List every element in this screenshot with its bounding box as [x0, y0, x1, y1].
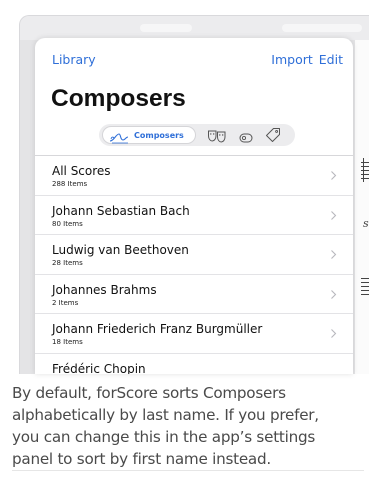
list-item[interactable]: Johann Friederich Franz Burgmüller 18 It… — [35, 313, 353, 353]
import-button[interactable]: Import — [271, 52, 313, 67]
list-item-title: All Scores — [52, 164, 111, 178]
staff-bracket — [363, 158, 364, 182]
list-item[interactable]: Frédéric Chopin — [35, 352, 353, 375]
composers-icon — [108, 129, 132, 148]
page-title: Composers — [51, 85, 186, 112]
composers-list: All Scores 288 Items Johann Sebastian Ba… — [35, 155, 353, 374]
labels-icon[interactable] — [239, 129, 253, 148]
list-item[interactable]: All Scores 288 Items — [35, 155, 353, 195]
toolbar-placeholder — [140, 24, 192, 32]
edit-button[interactable]: Edit — [319, 52, 343, 67]
staff-line — [361, 286, 369, 287]
list-item[interactable]: Johannes Brahms 2 Items — [35, 273, 353, 314]
list-item-count: 2 Items — [52, 298, 79, 307]
segment-composers-label: Composers — [134, 131, 184, 140]
category-segmented-control: Composers — [99, 124, 295, 146]
tags-icon[interactable] — [265, 127, 281, 147]
list-item-count: 80 Items — [52, 219, 83, 228]
list-item-count: 28 Items — [52, 259, 83, 267]
chevron-right-icon — [331, 210, 337, 220]
nav-actions: Import Edit — [271, 52, 343, 67]
caption-text: By default, forScore sorts Composers alp… — [12, 382, 364, 470]
toolbar-placeholder — [282, 24, 362, 32]
divider — [12, 470, 364, 471]
staff-line — [361, 282, 369, 283]
list-item-title: Frédéric Chopin — [52, 361, 146, 375]
list-item-title: Ludwig van Beethoven — [52, 243, 189, 257]
caption-line: By default, forScore sorts Composers — [12, 384, 286, 402]
segment-composers[interactable]: Composers — [102, 126, 196, 144]
chevron-right-icon — [331, 250, 337, 259]
list-item-title: Johann Friederich Franz Burgmüller — [52, 322, 263, 336]
staff-line — [361, 290, 369, 291]
list-item-title: Johannes Brahms — [52, 282, 157, 297]
screenshot-frame: s Library Import Edit Composers Composers — [0, 0, 372, 481]
list-item-title: Johann Sebastian Bach — [52, 203, 190, 218]
genres-icon[interactable] — [207, 128, 227, 147]
background-score-page — [355, 40, 369, 374]
caption-line: panel to sort by first name instead. — [12, 450, 271, 468]
list-item[interactable]: Johann Sebastian Bach 80 Items — [35, 194, 353, 235]
staff-line — [361, 294, 369, 295]
list-item-count: 18 Items — [52, 338, 83, 346]
caption-line: you can change this in the app’s setting… — [12, 428, 315, 446]
list-item[interactable]: Ludwig van Beethoven 28 Items — [35, 234, 353, 274]
list-item-count: 288 Items — [52, 180, 88, 188]
score-marking: s — [363, 217, 369, 230]
chevron-right-icon — [331, 329, 337, 338]
staff-line — [361, 278, 369, 279]
library-back-button[interactable]: Library — [52, 52, 96, 67]
caption-line: alphabetically by last name. If you pref… — [12, 406, 319, 424]
library-popover: Library Import Edit Composers Composers — [35, 38, 353, 374]
chevron-right-icon — [331, 289, 337, 299]
chevron-right-icon — [331, 171, 337, 180]
status-area — [20, 16, 369, 40]
